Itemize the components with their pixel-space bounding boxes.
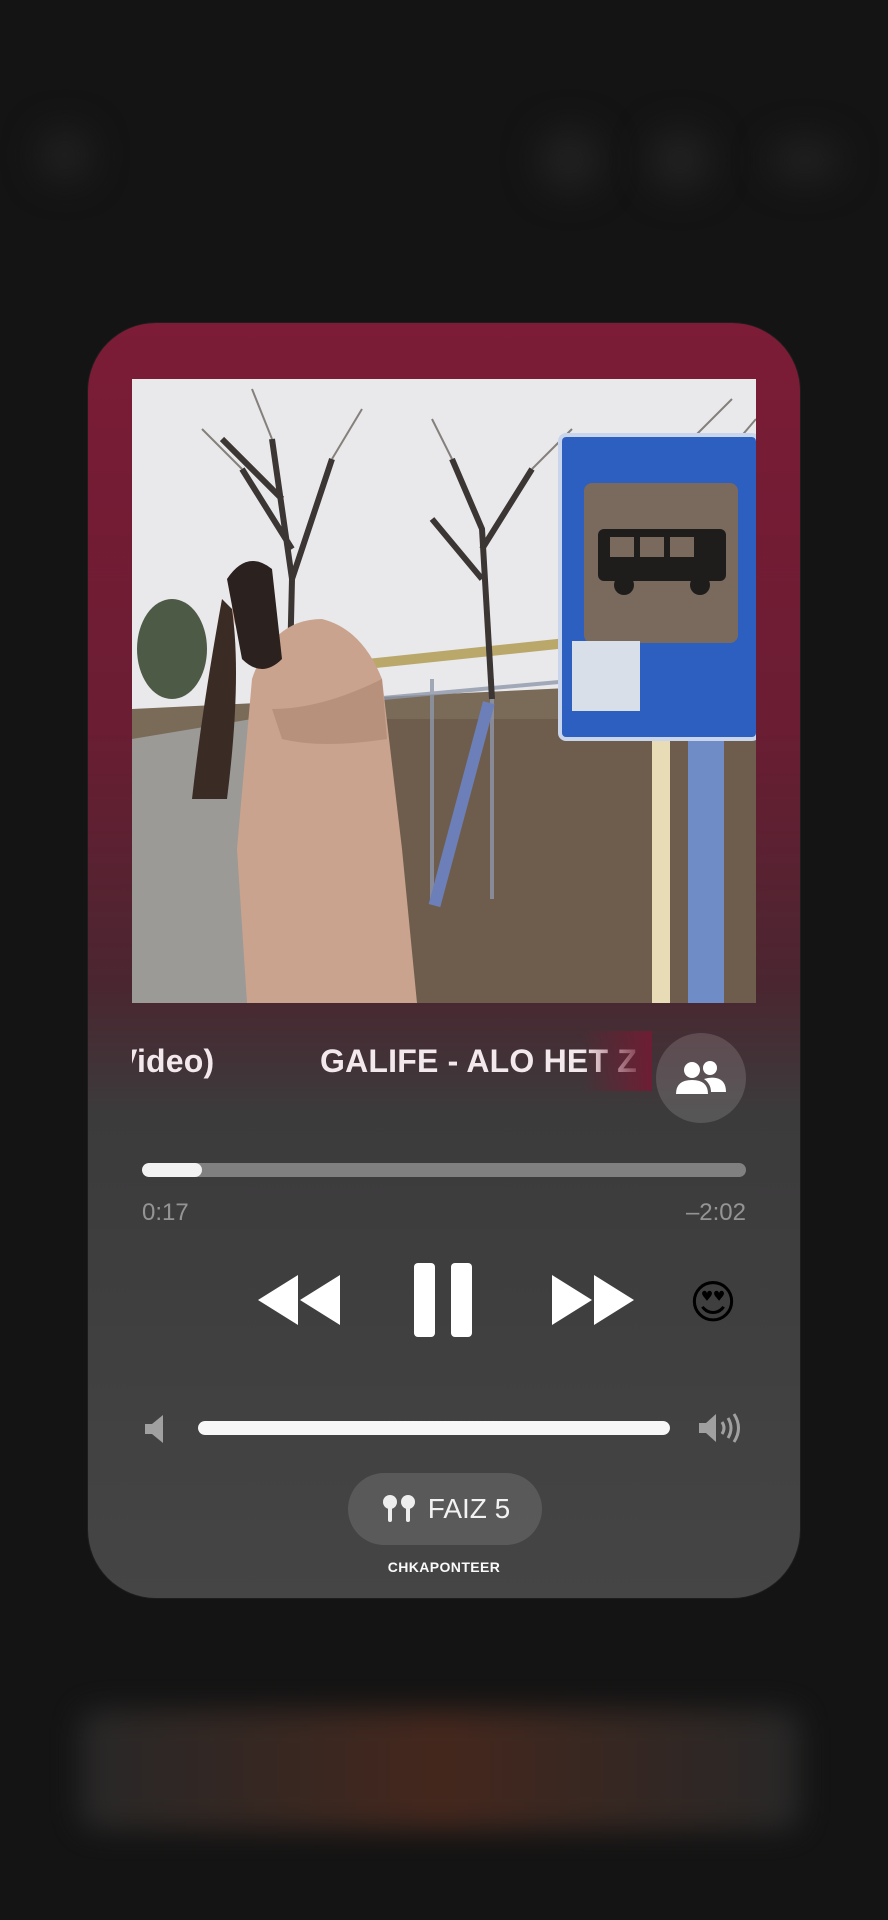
shareplay-button[interactable] bbox=[656, 1033, 746, 1123]
airpods-icon bbox=[382, 1495, 415, 1522]
album-artwork bbox=[132, 379, 756, 1003]
backward-icon bbox=[258, 1275, 340, 1325]
audio-output-button[interactable]: FAIZ 5 bbox=[348, 1473, 542, 1545]
track-title-fragment: Video) bbox=[132, 1043, 215, 1079]
output-device-label: FAIZ 5 bbox=[427, 1493, 511, 1524]
people-icon bbox=[676, 1061, 726, 1094]
reaction-emoji-button[interactable]: 😍 bbox=[684, 1273, 742, 1331]
playback-scrubber[interactable] bbox=[142, 1163, 746, 1177]
speaker-low-icon bbox=[142, 1411, 172, 1447]
elapsed-time: 0:17 bbox=[142, 1199, 189, 1226]
volume-fill bbox=[198, 1421, 670, 1435]
forward-icon bbox=[552, 1275, 634, 1325]
background-blur bbox=[650, 130, 710, 190]
playback-progress-fill bbox=[142, 1163, 203, 1177]
rewind-button[interactable] bbox=[254, 1265, 344, 1335]
background-blur bbox=[770, 140, 840, 180]
title-fade bbox=[582, 1031, 652, 1091]
watermark-text: CHKAPONTEER bbox=[387, 1559, 501, 1575]
volume-slider[interactable] bbox=[198, 1421, 670, 1435]
forward-button[interactable] bbox=[548, 1265, 638, 1335]
speaker-high-icon bbox=[698, 1409, 746, 1447]
background-blur bbox=[540, 130, 600, 190]
background-blur bbox=[40, 130, 90, 180]
track-title-marquee[interactable]: Video) GALIFE - ALO HET Z bbox=[132, 1031, 652, 1091]
remaining-time: –2:02 bbox=[685, 1199, 746, 1226]
pause-icon bbox=[414, 1263, 472, 1337]
pause-button[interactable] bbox=[408, 1259, 478, 1341]
background-blur-strip bbox=[80, 1710, 800, 1830]
now-playing-card: Video) GALIFE - ALO HET Z 0:17 –2:02 bbox=[88, 323, 800, 1598]
